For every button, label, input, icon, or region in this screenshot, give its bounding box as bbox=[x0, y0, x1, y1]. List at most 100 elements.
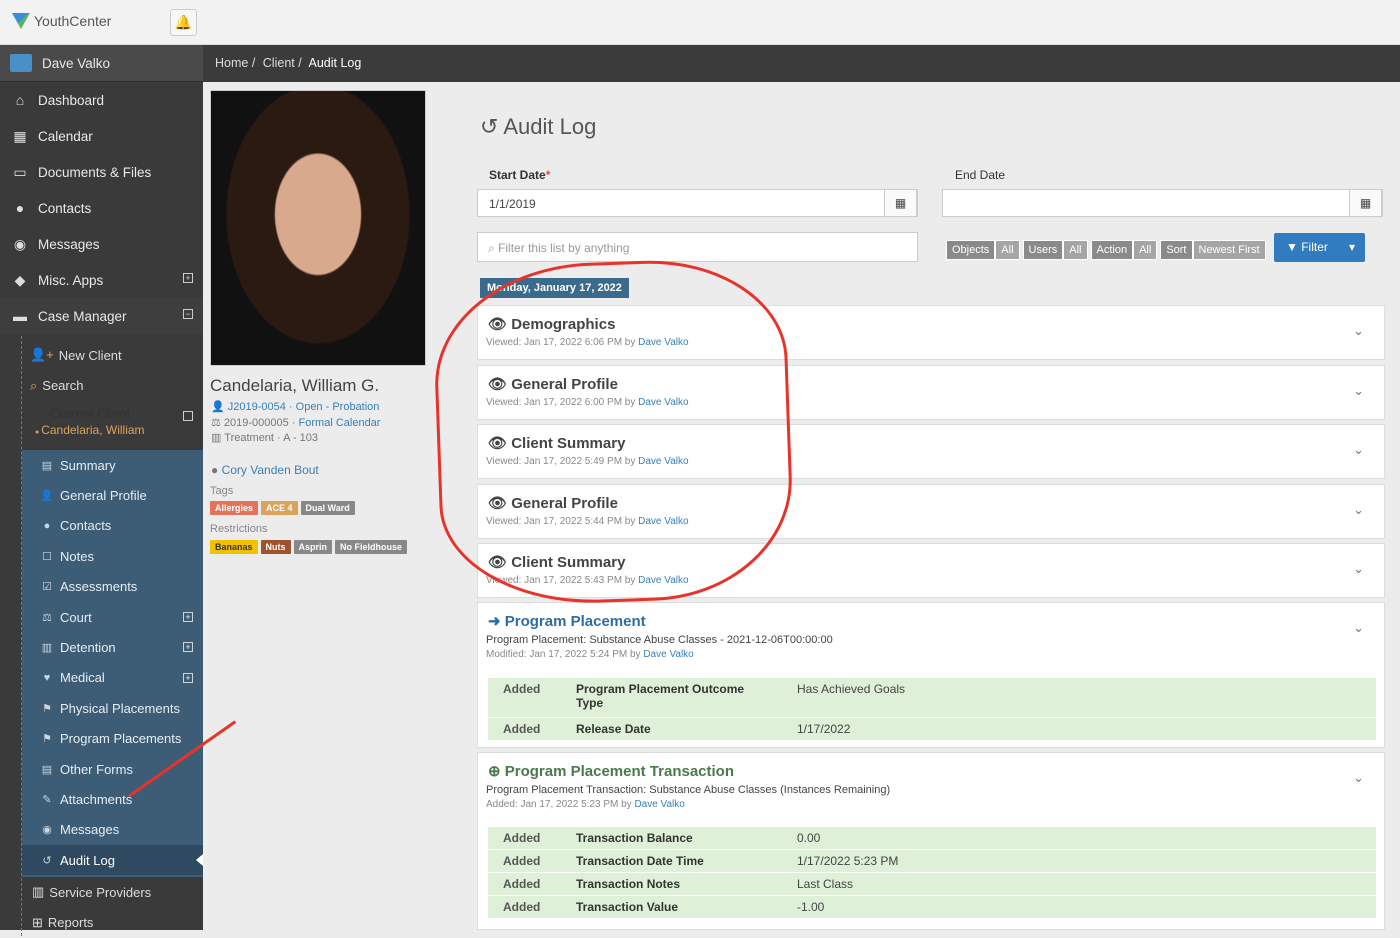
chip-users[interactable]: Users bbox=[1023, 240, 1064, 260]
crumb-home[interactable]: Home / bbox=[215, 56, 255, 70]
sidebar-item-other-forms[interactable]: ▤Other Forms bbox=[22, 754, 203, 784]
sidebar-item-assessments[interactable]: ☑ Assessments bbox=[22, 572, 203, 602]
chevron-down-icon[interactable]: ⌄ bbox=[1353, 770, 1364, 786]
sidebar-item-service-providers[interactable]: ▥Service Providers bbox=[22, 877, 203, 908]
change-action: Added bbox=[488, 854, 576, 868]
entry-desc: Program Placement: Substance Abuse Class… bbox=[486, 634, 833, 646]
sidebar-item-attachments[interactable]: ✎Attachments bbox=[22, 784, 203, 814]
sidebar-item-physical-placements[interactable]: ⚑Physical Placements bbox=[22, 693, 203, 723]
sidebar-item-dashboard[interactable]: ⌂Dashboard bbox=[0, 82, 203, 118]
collapse-icon[interactable]: − bbox=[183, 309, 193, 319]
filter-button-label: Filter bbox=[1301, 240, 1328, 254]
chip-action-value[interactable]: All bbox=[1133, 240, 1157, 260]
sidebar-item-reports[interactable]: ⊞Reports bbox=[22, 908, 203, 938]
nav-label: Program Placements bbox=[60, 731, 181, 746]
case-manager-submenu: 👤+New Client ⌕Search Current Client Cand… bbox=[0, 336, 203, 447]
table-icon: ⊞ bbox=[32, 915, 43, 931]
collapse-icon[interactable]: − bbox=[183, 411, 193, 421]
sidebar-item-messages[interactable]: ◉Messages bbox=[0, 226, 203, 262]
filter-input[interactable]: ⌕ Filter this list by anything bbox=[477, 232, 918, 262]
sidebar-item-program-placements[interactable]: ⚑Program Placements bbox=[22, 724, 203, 754]
chip-users-value[interactable]: All bbox=[1063, 240, 1087, 260]
heartbeat-icon: ♥ bbox=[40, 672, 54, 684]
sidebar-user[interactable]: Dave Valko bbox=[0, 45, 203, 82]
expand-icon[interactable]: + bbox=[183, 642, 193, 652]
sidebar-item-contacts[interactable]: ●Contacts bbox=[22, 511, 203, 541]
change-value: 1/17/2022 bbox=[797, 722, 850, 736]
sidebar-item-search[interactable]: ⌕Search bbox=[0, 371, 203, 402]
client-housing: ▥ Treatment · A - 103 bbox=[211, 431, 318, 444]
chevron-down-icon[interactable]: ⌄ bbox=[1353, 502, 1364, 518]
chip-action[interactable]: Action bbox=[1091, 240, 1134, 260]
chevron-down-icon[interactable]: ⌄ bbox=[1353, 561, 1364, 577]
user-link[interactable]: Dave Valko bbox=[643, 649, 693, 660]
users-icon: ● bbox=[10, 200, 30, 216]
worker-link[interactable]: Cory Vanden Bout bbox=[222, 463, 319, 477]
start-date-input[interactable]: 1/1/2019▦ bbox=[477, 189, 918, 217]
entry-title: Program Placement Transaction bbox=[505, 763, 734, 780]
client-menu: ▤Summary 👤General Profile ●Contacts ☐Not… bbox=[22, 450, 203, 877]
nav-label: Attachments bbox=[60, 792, 132, 807]
scale-icon: ⚖ bbox=[40, 611, 54, 624]
sidebar-item-medical[interactable]: ♥Medical+ bbox=[22, 663, 203, 693]
court-calendar-link[interactable]: Formal Calendar bbox=[299, 417, 381, 429]
chip-sort[interactable]: Sort bbox=[1160, 240, 1192, 260]
chevron-down-icon[interactable]: ⌄ bbox=[1353, 323, 1364, 339]
transaction-entry[interactable]: ⊕ Program Placement Transaction Program … bbox=[477, 752, 1385, 930]
entry-meta: Added: Jan 17, 2022 5:23 PM by bbox=[486, 799, 634, 810]
case-link[interactable]: J2019-0054 · Open - Probation bbox=[228, 401, 380, 413]
client-photo bbox=[210, 90, 426, 366]
search-icon: ⌕ bbox=[488, 241, 498, 255]
expand-icon[interactable]: + bbox=[183, 273, 193, 283]
page-title-text: Audit Log bbox=[503, 114, 596, 139]
filter-button[interactable]: ▼ Filter▾ bbox=[1274, 233, 1365, 262]
checkbox-icon: ☑ bbox=[40, 580, 54, 593]
sidebar-item-detention[interactable]: ▥Detention+ bbox=[22, 632, 203, 662]
caret-down-icon[interactable]: ▾ bbox=[1349, 240, 1355, 254]
sidebar-item-new-client[interactable]: 👤+New Client bbox=[0, 340, 203, 371]
chevron-down-icon[interactable]: ⌄ bbox=[1353, 383, 1364, 399]
sidebar-item-misc-apps[interactable]: ◆Misc. Apps+ bbox=[0, 262, 203, 298]
sidebar-item-documents[interactable]: ▭Documents & Files bbox=[0, 154, 203, 190]
expand-icon[interactable]: + bbox=[183, 612, 193, 622]
nav-label: Detention bbox=[60, 640, 116, 655]
chip-objects[interactable]: Objects bbox=[946, 240, 995, 260]
client-case: 👤 J2019-0054 · Open - Probation bbox=[211, 400, 379, 413]
calendar-icon[interactable]: ▦ bbox=[884, 189, 917, 217]
sidebar-item-general-profile[interactable]: 👤General Profile bbox=[22, 480, 203, 510]
chip-sort-value[interactable]: Newest First bbox=[1193, 240, 1266, 260]
sidebar-item-case-manager[interactable]: ▬Case Manager− bbox=[0, 298, 203, 334]
sidebar-item-summary[interactable]: ▤Summary bbox=[22, 450, 203, 480]
users-icon: ● bbox=[211, 463, 222, 477]
table-row: AddedRelease Date1/17/2022 bbox=[488, 718, 1376, 741]
placement-entry[interactable]: ➜ Program Placement Program Placement: S… bbox=[477, 602, 1385, 748]
nav-label: General Profile bbox=[60, 488, 147, 503]
current-client[interactable]: Current Client Candelaria, William − bbox=[0, 401, 203, 447]
chevron-down-icon[interactable]: ⌄ bbox=[1353, 442, 1364, 458]
end-date-input[interactable]: ▦ bbox=[942, 189, 1383, 217]
chip-objects-value[interactable]: All bbox=[995, 240, 1019, 260]
restrictions-label: Restrictions bbox=[210, 523, 267, 535]
crumb-client[interactable]: Client / bbox=[263, 56, 302, 70]
restriction: Asprin bbox=[294, 540, 333, 554]
nav-label: Misc. Apps bbox=[38, 273, 103, 288]
sidebar-item-court[interactable]: ⚖Court+ bbox=[22, 602, 203, 632]
comments-icon: ◉ bbox=[10, 236, 30, 253]
change-value: Has Achieved Goals bbox=[797, 682, 905, 713]
user-link[interactable]: Dave Valko bbox=[634, 799, 684, 810]
calendar-icon[interactable]: ▦ bbox=[1349, 189, 1382, 217]
app-logo[interactable]: YouthCenter bbox=[12, 13, 111, 29]
sidebar-item-messages[interactable]: ◉Messages bbox=[22, 815, 203, 845]
sidebar-item-contacts[interactable]: ●Contacts bbox=[0, 190, 203, 226]
chevron-down-icon[interactable]: ⌄ bbox=[1353, 620, 1364, 636]
sidebar-item-notes[interactable]: ☐Notes bbox=[22, 541, 203, 571]
change-action: Added bbox=[488, 900, 576, 914]
sidebar-item-calendar[interactable]: ▦Calendar bbox=[0, 118, 203, 154]
bell-icon[interactable]: 🔔 bbox=[170, 9, 197, 36]
nav-label: Assessments bbox=[60, 579, 137, 594]
nav-label: Contacts bbox=[60, 518, 111, 533]
sidebar-item-audit-log[interactable]: ↺Audit Log bbox=[22, 845, 203, 875]
expand-icon[interactable]: + bbox=[183, 673, 193, 683]
table-row: AddedProgram Placement Outcome TypeHas A… bbox=[488, 678, 1376, 718]
current-client-label: Current Client bbox=[50, 406, 203, 421]
